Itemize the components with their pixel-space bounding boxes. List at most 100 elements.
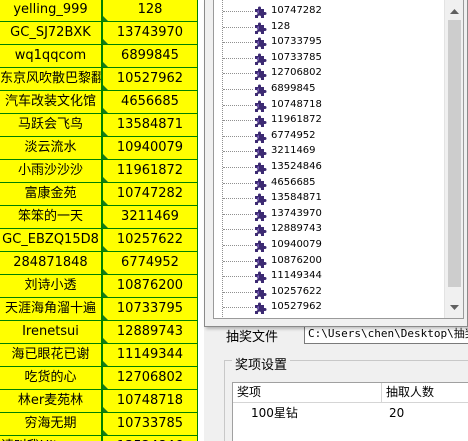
sheet-cell-name[interactable]: 吃货的心	[0, 367, 101, 389]
tree-item[interactable]: 10527962	[223, 299, 443, 315]
sheet-cell-number[interactable]: 10940079	[103, 137, 197, 159]
sheet-cell-number[interactable]: 10876200	[103, 275, 197, 297]
puzzle-icon	[253, 285, 267, 299]
puzzle-icon	[253, 4, 267, 18]
sheet-cell-name[interactable]: 林er麦苑林	[0, 390, 101, 412]
tree-item-label: 6899845	[271, 83, 316, 94]
prize-settings-title: 奖项设置	[232, 354, 291, 373]
prize-cell-count[interactable]: 20	[389, 404, 404, 424]
sheet-cell-name[interactable]: 请叫我Ultraman	[0, 436, 101, 441]
puzzle-icon	[253, 176, 267, 190]
sheet-cell-name[interactable]: 天涯海角溜十遍	[0, 298, 101, 320]
sheet-cell-name[interactable]: yelling_999	[0, 0, 101, 21]
tree-item[interactable]: 13584871	[223, 190, 443, 206]
sheet-cell-name[interactable]: 淡云流水	[0, 137, 101, 159]
tree-connector-branch	[223, 198, 253, 200]
sheet-row: 笨笨的一天 3211469	[0, 206, 204, 229]
sheet-cell-name[interactable]: 刘诗小透	[0, 275, 101, 297]
tree-connector-branch	[223, 42, 253, 44]
sheet-cell-number[interactable]: 128	[103, 0, 197, 21]
vertical-scrollbar[interactable]	[444, 0, 463, 318]
sheet-cell-number[interactable]: 13584871	[103, 114, 197, 136]
sheet-cell-number[interactable]: 10748718	[103, 390, 197, 412]
sheet-cell-number[interactable]: 3211469	[103, 206, 197, 228]
scrollbar-thumb[interactable]	[448, 20, 461, 287]
puzzle-icon	[253, 207, 267, 221]
sheet-cell-number[interactable]: 10733795	[103, 298, 197, 320]
lottery-file-label: 抽奖文件	[226, 330, 279, 345]
cell-marker-icon	[103, 62, 108, 67]
sheet-cell-number[interactable]: 10257622	[103, 229, 197, 251]
tree-item[interactable]: 12889743	[223, 221, 443, 237]
tree-connector-branch	[223, 89, 253, 90]
column-header-prize[interactable]: 奖项	[233, 383, 382, 403]
tree-item[interactable]: 6774952	[223, 128, 443, 144]
sheet-cell-number[interactable]: 10527962	[103, 68, 197, 90]
tree-item-label: 128	[271, 20, 291, 32]
tree-item[interactable]: 6899845	[223, 81, 443, 97]
scroll-up-icon[interactable]	[445, 3, 463, 20]
sheet-cell-number[interactable]: 6899845	[103, 45, 197, 67]
tree-item[interactable]: 10876200	[223, 253, 443, 269]
tree-item[interactable]: 4656685	[223, 175, 443, 191]
sheet-row: 天涯海角溜十遍 10733795	[0, 298, 204, 321]
prize-table[interactable]: 奖项 抽取人数 100星钻 20	[232, 382, 468, 441]
tree-item[interactable]: 10748718	[223, 97, 443, 113]
sheet-cell-name[interactable]: 富康金苑	[0, 183, 101, 205]
sheet-cell-name[interactable]: wq1qqcom	[0, 45, 101, 67]
sheet-cell-number[interactable]: 12706802	[103, 367, 197, 389]
sheet-cell-number[interactable]: 6774952	[103, 252, 197, 274]
tree-connector-branch	[223, 276, 253, 278]
sheet-row: 284871848 6774952	[0, 252, 204, 275]
tree-item[interactable]: 13743970	[223, 206, 443, 222]
tree-item-label: 10748718	[271, 98, 322, 110]
puzzle-icon	[253, 51, 267, 65]
scroll-down-icon[interactable]	[445, 299, 463, 316]
sheet-cell-number[interactable]: 4656685	[103, 91, 197, 113]
column-header-count[interactable]: 抽取人数	[382, 383, 468, 403]
puzzle-icon	[253, 254, 267, 268]
tree-item[interactable]: 13524846	[223, 159, 443, 175]
tree-item[interactable]: 10733785	[223, 50, 443, 66]
tree-item[interactable]: 3211469	[223, 143, 443, 159]
sheet-cell-name[interactable]: 小雨沙沙沙	[0, 160, 101, 182]
sheet-cell-name[interactable]: 284871848	[0, 252, 101, 274]
sheet-cell-number[interactable]: 10747282	[103, 183, 197, 205]
tree-item[interactable]: 11149344	[223, 268, 443, 284]
id-tree-list[interactable]: 10747282 128 10733795 10733785 12706802 68998…	[213, 0, 464, 319]
puzzle-icon	[253, 113, 267, 128]
tree-item[interactable]: 12706802	[223, 65, 443, 81]
cell-marker-icon	[103, 16, 108, 21]
sheet-cell-name[interactable]: 穷海无期	[0, 413, 101, 435]
sheet-cell-number[interactable]: 11149344	[103, 344, 197, 366]
lottery-file-path-field[interactable]: C:\Users\chen\Desktop\抽奖	[304, 324, 468, 344]
tree-item[interactable]: 10940079	[223, 237, 443, 253]
sheet-row: 小雨沙沙沙 11961872	[0, 160, 204, 183]
puzzle-icon	[253, 300, 267, 315]
sheet-row: 穷海无期 10733785	[0, 413, 204, 436]
sheet-cell-number[interactable]: 13743970	[103, 22, 197, 44]
sheet-row: 汽车改装文化馆 4656685	[0, 91, 204, 114]
sheet-cell-name[interactable]: 汽车改装文化馆	[0, 91, 101, 113]
sheet-cell-number[interactable]: 10733785	[103, 413, 197, 435]
tree-item[interactable]: 10747282	[223, 3, 443, 19]
sheet-cell-name[interactable]: 马跃会飞鸟	[0, 114, 101, 136]
sheet-cell-name[interactable]: Irenetsui	[0, 321, 101, 343]
tree-item[interactable]: 10733795	[223, 34, 443, 50]
sheet-cell-number[interactable]: 13524846	[103, 436, 197, 441]
tree-item[interactable]: 10257622	[223, 284, 443, 300]
puzzle-icon	[253, 20, 267, 34]
tree-connector-branch	[223, 213, 253, 215]
sheet-cell-number[interactable]: 11961872	[103, 160, 197, 182]
sheet-cell-name[interactable]: 笨笨的一天	[0, 206, 101, 228]
sheet-cell-name[interactable]: GC_EBZQ15D8	[0, 229, 101, 251]
sheet-cell-name[interactable]: GC_SJ72BXK	[0, 22, 101, 44]
sheet-cell-name[interactable]: 海已眼花已谢	[0, 344, 101, 366]
sheet-cell-name[interactable]: 东京风吹散巴黎翻	[0, 68, 101, 90]
sheet-cell-number[interactable]: 12889743	[103, 321, 197, 343]
puzzle-icon	[253, 222, 267, 237]
sheet-row: 请叫我Ultraman13524846	[0, 436, 204, 441]
tree-item[interactable]: 11961872	[223, 112, 443, 128]
tree-item[interactable]: 128	[223, 19, 443, 35]
prize-cell-name[interactable]: 100星钻	[251, 404, 298, 424]
